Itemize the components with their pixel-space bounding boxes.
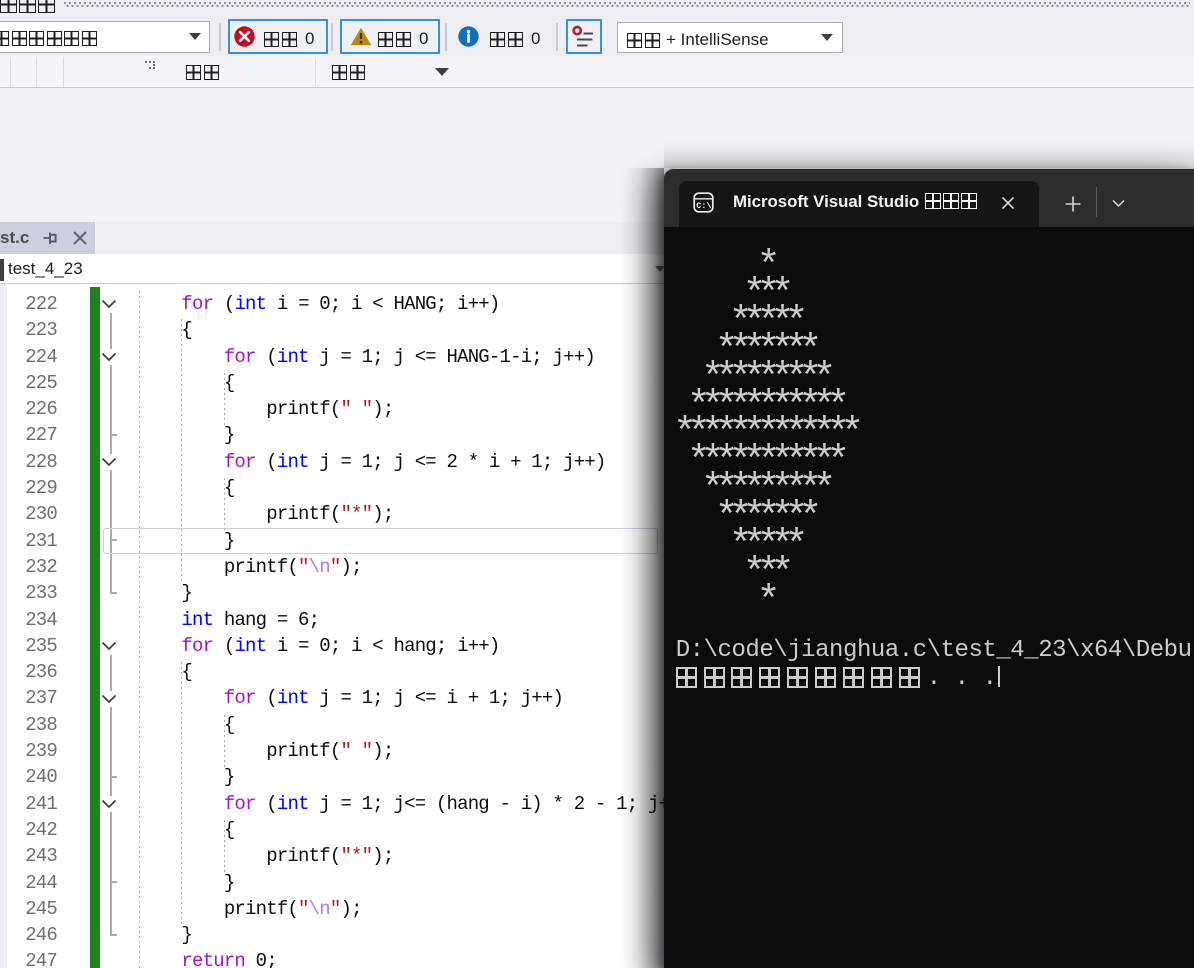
- svg-text:C:\: C:\: [696, 201, 711, 211]
